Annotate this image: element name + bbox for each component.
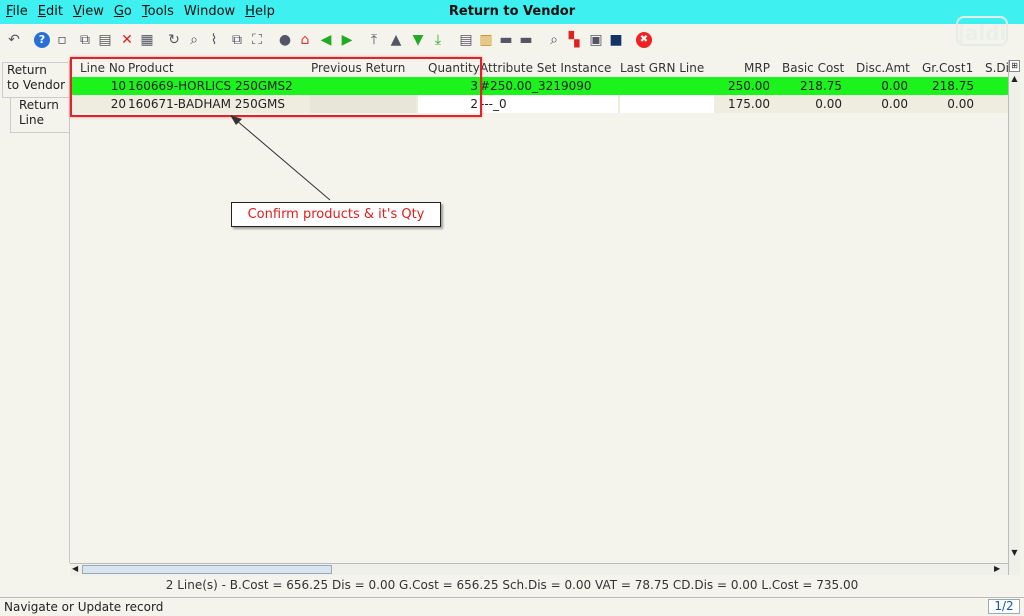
scroll-right-icon[interactable]: ▶ xyxy=(994,564,1004,575)
horizontal-scrollbar[interactable]: ◀ ▶ xyxy=(70,563,1008,575)
status-message: Navigate or Update record xyxy=(0,597,1024,615)
scroll-up-icon[interactable]: ▲ xyxy=(1010,74,1019,84)
annotation-callout: Confirm products & it's Qty xyxy=(231,202,441,227)
scroll-left-icon[interactable]: ◀ xyxy=(72,564,82,575)
summary-status-bar: 2 Line(s) - B.Cost = 656.25 Dis = 0.00 G… xyxy=(165,578,859,592)
scroll-down-icon[interactable]: ▼ xyxy=(1010,548,1019,558)
vertical-scrollbar[interactable]: ⊞ ▲ ▼ xyxy=(1008,60,1020,575)
horizontal-scroll-thumb[interactable] xyxy=(82,565,332,574)
record-pager[interactable]: 1/2 xyxy=(988,599,1020,614)
annotation-arrow xyxy=(230,115,331,201)
table-options-icon[interactable]: ⊞ xyxy=(1009,60,1020,72)
